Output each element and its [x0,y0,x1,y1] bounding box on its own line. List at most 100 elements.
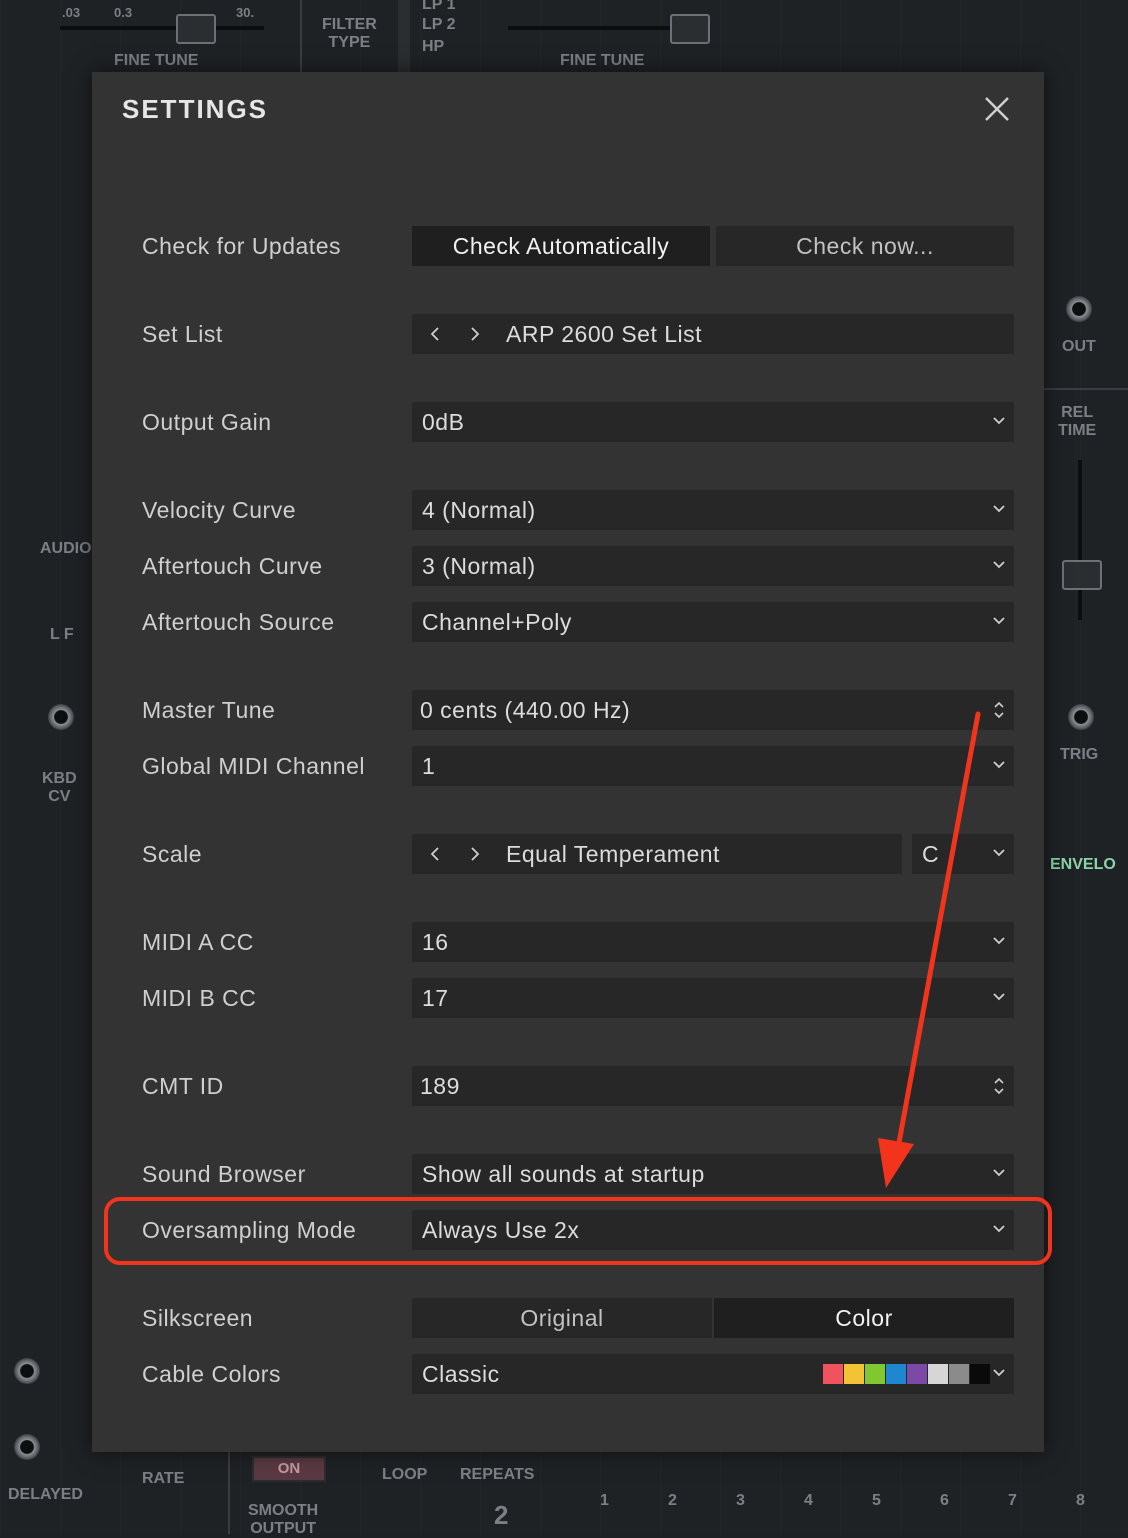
chevron-right-icon [471,847,480,861]
aftertouch-source-label: Aftertouch Source [142,609,335,635]
tick-label: 0.3 [114,5,133,20]
chevron-down-icon [993,761,1005,769]
trig-jack[interactable] [1068,704,1094,730]
out-label: OUT [1062,338,1096,355]
output-gain-row: Output Gain 0dB [92,402,1044,442]
silkscreen-label: Silkscreen [142,1305,254,1331]
filter-lp2-label: LP 2 [422,16,456,33]
midi-b-cc-row: MIDI B CC 17 [92,978,1044,1018]
midi-b-cc-label: MIDI B CC [142,985,257,1011]
chevron-down-icon [993,1369,1005,1377]
output-gain-value: 0dB [422,409,465,435]
cable-colors-dropdown[interactable]: Classic [412,1354,1014,1394]
set-list-next-button[interactable] [466,314,484,354]
close-button[interactable] [980,92,1014,126]
chevron-down-icon [993,617,1005,625]
scale-key-dropdown[interactable]: C [912,834,1014,874]
tick-label: .03 [62,5,81,20]
fine-tune-slider-left[interactable] [176,14,216,44]
check-automatically-button[interactable]: Check Automatically [412,226,710,266]
midi-a-cc-value: 16 [422,929,449,955]
oversampling-mode-dropdown[interactable]: Always Use 2x [412,1210,1014,1250]
silkscreen-color-button[interactable]: Color [714,1298,1014,1338]
velocity-curve-dropdown[interactable]: 4 (Normal) [412,490,1014,530]
scale-next-button[interactable] [466,834,484,874]
silkscreen-row: Silkscreen Original Color [92,1298,1044,1338]
set-list-prev-button[interactable] [426,314,444,354]
step-label: 2 [668,1492,677,1509]
smooth-output-label: SMOOTH OUTPUT [248,1502,319,1537]
updates-row: Check for Updates Check Automatically Ch… [92,226,1044,266]
left-jack[interactable] [14,1434,40,1460]
cable-colors-value: Classic [422,1361,500,1387]
global-midi-channel-value: 1 [422,753,436,779]
up-down-arrows-icon[interactable] [992,699,1006,721]
loop-label: LOOP [382,1466,428,1483]
aftertouch-source-value: Channel+Poly [422,609,572,635]
chevron-right-icon [471,327,480,341]
panel-divider [228,1452,230,1534]
step-label: 8 [1076,1492,1085,1509]
output-gain-dropdown[interactable]: 0dB [412,402,1014,442]
chevron-down-icon [993,505,1005,513]
output-gain-label: Output Gain [142,409,272,435]
midi-a-cc-dropdown[interactable]: 16 [412,922,1014,962]
silkscreen-original-button[interactable]: Original [412,1298,712,1338]
midi-b-cc-dropdown[interactable]: 17 [412,978,1014,1018]
fine-tune-label-left: FINE TUNE [114,52,199,69]
tick-label: 30. [236,5,255,20]
aftertouch-curve-dropdown[interactable]: 3 (Normal) [412,546,1014,586]
chevron-down-icon [993,993,1005,1001]
repeats-label: REPEATS [460,1466,535,1483]
aftertouch-source-dropdown[interactable]: Channel+Poly [412,602,1014,642]
sound-browser-row: Sound Browser Show all sounds at startup [92,1154,1044,1194]
rate-label: RATE [142,1470,185,1487]
cable-color-swatch [928,1364,948,1384]
velocity-curve-row: Velocity Curve 4 (Normal) [92,490,1044,530]
chevron-left-icon [430,327,439,341]
rel-time-track [1078,460,1082,620]
out-jack[interactable] [1066,296,1092,322]
left-jack[interactable] [14,1358,40,1384]
master-tune-label: Master Tune [142,697,276,723]
step-number: 2 [494,1500,509,1530]
fine-tune-slider-right[interactable] [670,14,710,44]
panel-divider [1044,388,1128,390]
scale-label: Scale [142,841,203,867]
cable-color-swatch [844,1364,864,1384]
scale-prev-button[interactable] [426,834,444,874]
up-down-arrows-icon[interactable] [992,1075,1006,1097]
scale-key-value: C [922,841,940,867]
midi-a-cc-row: MIDI A CC 16 [92,922,1044,962]
set-list-label: Set List [142,321,223,347]
filter-type-label: FILTER TYPE [322,16,377,51]
oversampling-mode-label: Oversampling Mode [142,1217,357,1243]
cable-color-swatch [823,1364,843,1384]
step-label: 4 [804,1492,813,1509]
step-label: 1 [600,1492,609,1509]
filter-lp1-label: LP 1 [422,0,456,13]
check-now-button[interactable]: Check now... [716,226,1014,266]
filter-hp-label: HP [422,38,445,55]
on-button[interactable]: ON [252,1456,326,1482]
cmt-id-value: 189 [420,1073,460,1099]
cmt-id-stepper[interactable]: 189 [412,1066,1014,1106]
fine-tune-label-right: FINE TUNE [560,52,645,69]
master-tune-stepper[interactable]: 0 cents (440.00 Hz) [412,690,1014,730]
aftertouch-source-row: Aftertouch Source Channel+Poly [92,602,1044,642]
set-list-row: Set List ARP 2600 Set List [92,314,1044,354]
rel-time-slider[interactable] [1062,560,1102,590]
step-label: 6 [940,1492,949,1509]
cable-color-swatch [886,1364,906,1384]
global-midi-channel-dropdown[interactable]: 1 [412,746,1014,786]
aftertouch-curve-value: 3 (Normal) [422,553,536,579]
kbd-cv-label: KBD CV [42,770,77,805]
kbd-cv-jack[interactable] [48,704,74,730]
lf-label: L F [50,626,74,643]
settings-dialog: SETTINGS Check for Updates Check Automat… [92,72,1044,1452]
set-list-selector: ARP 2600 Set List [412,314,1014,354]
cable-color-swatch [949,1364,969,1384]
filter-type-switch[interactable] [398,0,410,72]
sound-browser-dropdown[interactable]: Show all sounds at startup [412,1154,1014,1194]
aftertouch-curve-row: Aftertouch Curve 3 (Normal) [92,546,1044,586]
